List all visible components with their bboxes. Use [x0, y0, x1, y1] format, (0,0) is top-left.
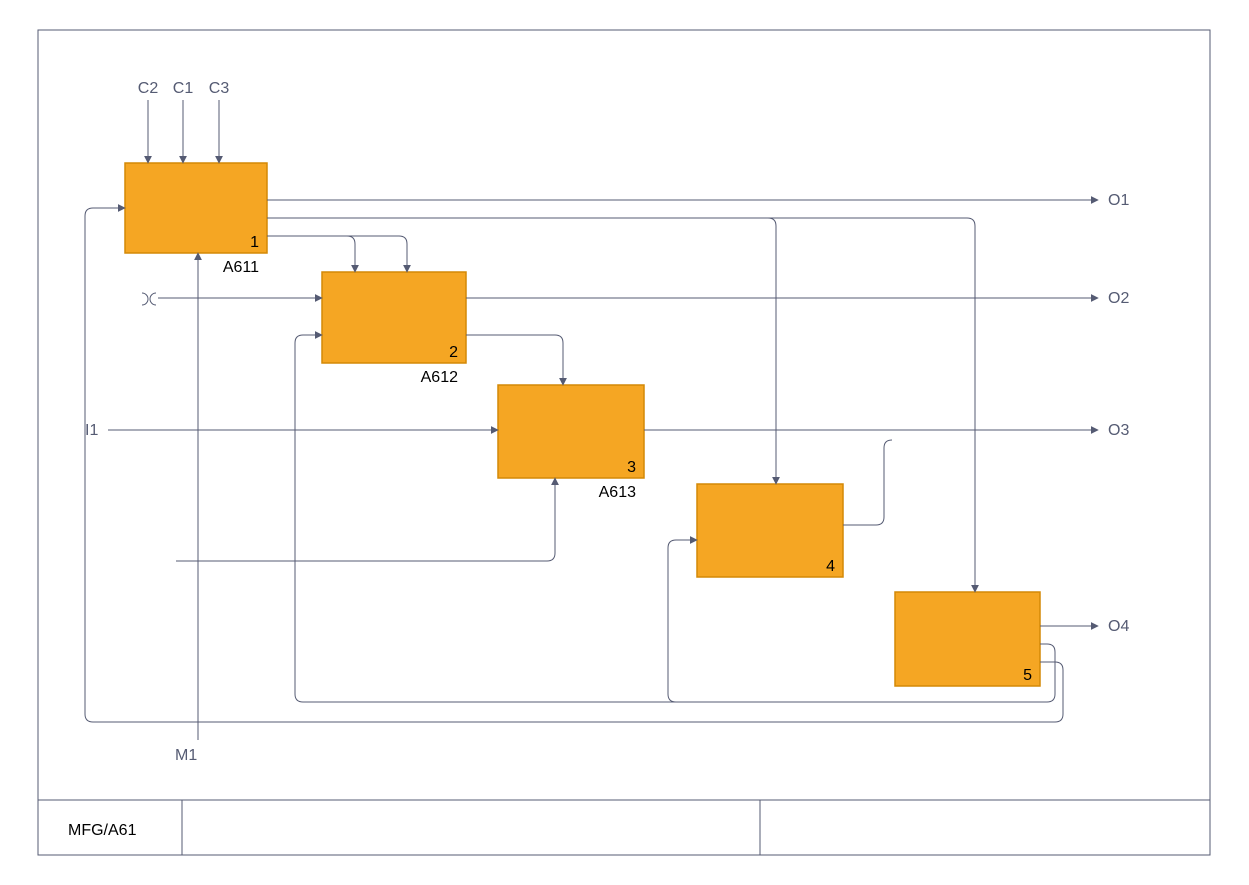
output-o3: O3 — [644, 422, 1129, 439]
output-o4: O4 — [1040, 618, 1129, 635]
control-label: C1 — [173, 80, 194, 97]
output-label: O1 — [1108, 192, 1129, 209]
activity-box-2: 2 A612 — [322, 272, 466, 386]
box-code: A613 — [599, 484, 636, 501]
output-o1: O1 — [267, 192, 1129, 209]
box-number: 1 — [250, 234, 259, 251]
box-number: 4 — [826, 558, 835, 575]
arrow-box1-to-box2-ctrl-a — [267, 236, 355, 272]
output-label: O2 — [1108, 290, 1129, 307]
box-code: A612 — [421, 369, 458, 386]
control-label: C3 — [209, 80, 230, 97]
control-label: C2 — [138, 80, 159, 97]
box-number: 3 — [627, 459, 636, 476]
control-c2: C2 — [138, 80, 159, 163]
box-number: 5 — [1023, 667, 1032, 684]
idef0-diagram: MFG/A61 1 A611 2 A612 3 A613 4 5 C2 C1 C… — [0, 0, 1249, 885]
output-o2: O2 — [466, 290, 1129, 307]
output-label: O3 — [1108, 422, 1129, 439]
arrow-feedback-to-box4 — [668, 540, 697, 702]
box-number: 2 — [449, 344, 458, 361]
input-i1: I1 — [85, 422, 498, 439]
activity-box-3: 3 A613 — [498, 385, 644, 501]
mechanism-label: M1 — [175, 747, 197, 764]
activity-box-5: 5 — [895, 592, 1040, 686]
arrow-box2-to-box3-control — [466, 335, 563, 385]
diagram-title: MFG/A61 — [68, 822, 137, 839]
activity-box-1: 1 A611 — [125, 163, 267, 276]
arrow-box1-to-box2-ctrl-b — [267, 236, 407, 272]
control-c1: C1 — [173, 80, 194, 163]
tunnel-input-box2 — [142, 293, 322, 305]
mechanism-m1: M1 — [175, 253, 198, 764]
input-label: I1 — [85, 422, 98, 439]
activity-box-4: 4 — [697, 484, 843, 577]
output-label: O4 — [1108, 618, 1129, 635]
arrow-box4-to-o3-join — [843, 440, 892, 525]
box-code: A611 — [223, 259, 259, 276]
control-c3: C3 — [209, 80, 230, 163]
arrow-to-box3-mechanism — [176, 478, 555, 561]
